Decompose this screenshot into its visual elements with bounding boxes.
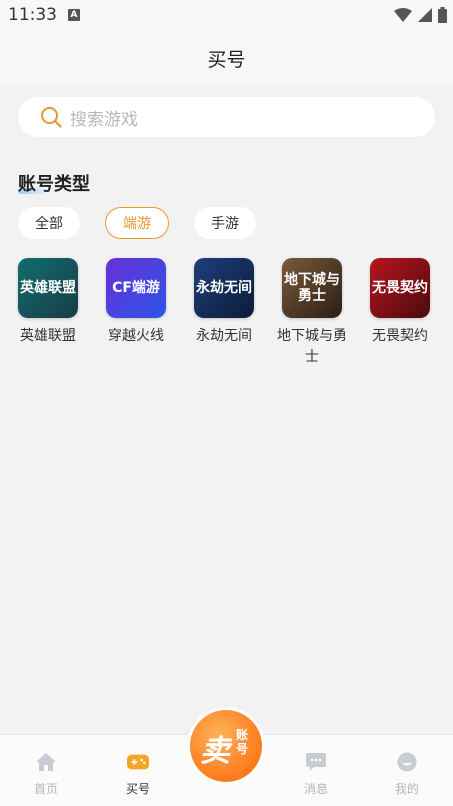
sell-button-badge: 卖 账号 [190, 710, 262, 782]
notification-a-icon: A [68, 9, 80, 21]
game-logo: 永劫无间 [194, 258, 254, 318]
search-input[interactable]: 搜索游戏 [18, 97, 435, 137]
gamepad-icon [127, 754, 149, 770]
tab-home[interactable]: 首页 [6, 735, 86, 806]
search-placeholder: 搜索游戏 [70, 109, 138, 130]
home-icon [36, 753, 56, 771]
tab-label: 消息 [303, 782, 328, 796]
section-title: 账号类型 [18, 174, 90, 195]
game-item[interactable]: 英雄联盟 英雄联盟 [8, 258, 88, 347]
game-logo: 地下城与勇士 [282, 258, 342, 318]
sell-button-sub-text: 账号 [236, 728, 249, 756]
tab-messages[interactable]: 消息 [276, 735, 356, 806]
game-logo: 无畏契约 [370, 258, 430, 318]
message-icon [306, 753, 326, 771]
filter-chip-pc[interactable]: 端游 [105, 207, 169, 239]
wifi-icon [394, 8, 412, 22]
sell-button-main-text: 卖 [200, 734, 230, 769]
game-name: 地下城与勇士 [277, 328, 347, 365]
game-item[interactable]: CF端游 穿越火线 [96, 258, 176, 347]
tab-buy[interactable]: 买号 [98, 735, 178, 806]
status-time: 11:33 [8, 5, 57, 25]
page-title: 买号 [207, 48, 246, 71]
game-name: 穿越火线 [108, 328, 164, 344]
search-icon [41, 107, 62, 128]
tab-label: 我的 [394, 782, 419, 796]
battery-icon [438, 7, 447, 23]
game-name: 永劫无间 [196, 328, 252, 344]
tab-profile[interactable]: 我的 [367, 735, 447, 806]
filter-chip-all[interactable]: 全部 [18, 207, 80, 239]
status-indicators [394, 7, 447, 23]
profile-icon [397, 752, 417, 772]
game-logo: 英雄联盟 [18, 258, 78, 318]
filter-chip-mobile[interactable]: 手游 [194, 207, 256, 239]
tab-label: 首页 [33, 782, 58, 796]
signal-icon [418, 8, 432, 22]
game-item[interactable]: 地下城与勇士 地下城与勇士 [272, 258, 352, 368]
status-bar: 11:33 A [0, 0, 453, 32]
game-name: 无畏契约 [372, 328, 428, 344]
sell-account-button[interactable]: 卖 账号 [187, 707, 265, 785]
tab-label: 买号 [125, 782, 150, 796]
game-logo: CF端游 [106, 258, 166, 318]
nav-bar: 买号 [0, 32, 453, 84]
game-name: 英雄联盟 [20, 328, 76, 344]
game-item[interactable]: 无畏契约 无畏契约 [360, 258, 440, 347]
game-item[interactable]: 永劫无间 永劫无间 [184, 258, 264, 347]
